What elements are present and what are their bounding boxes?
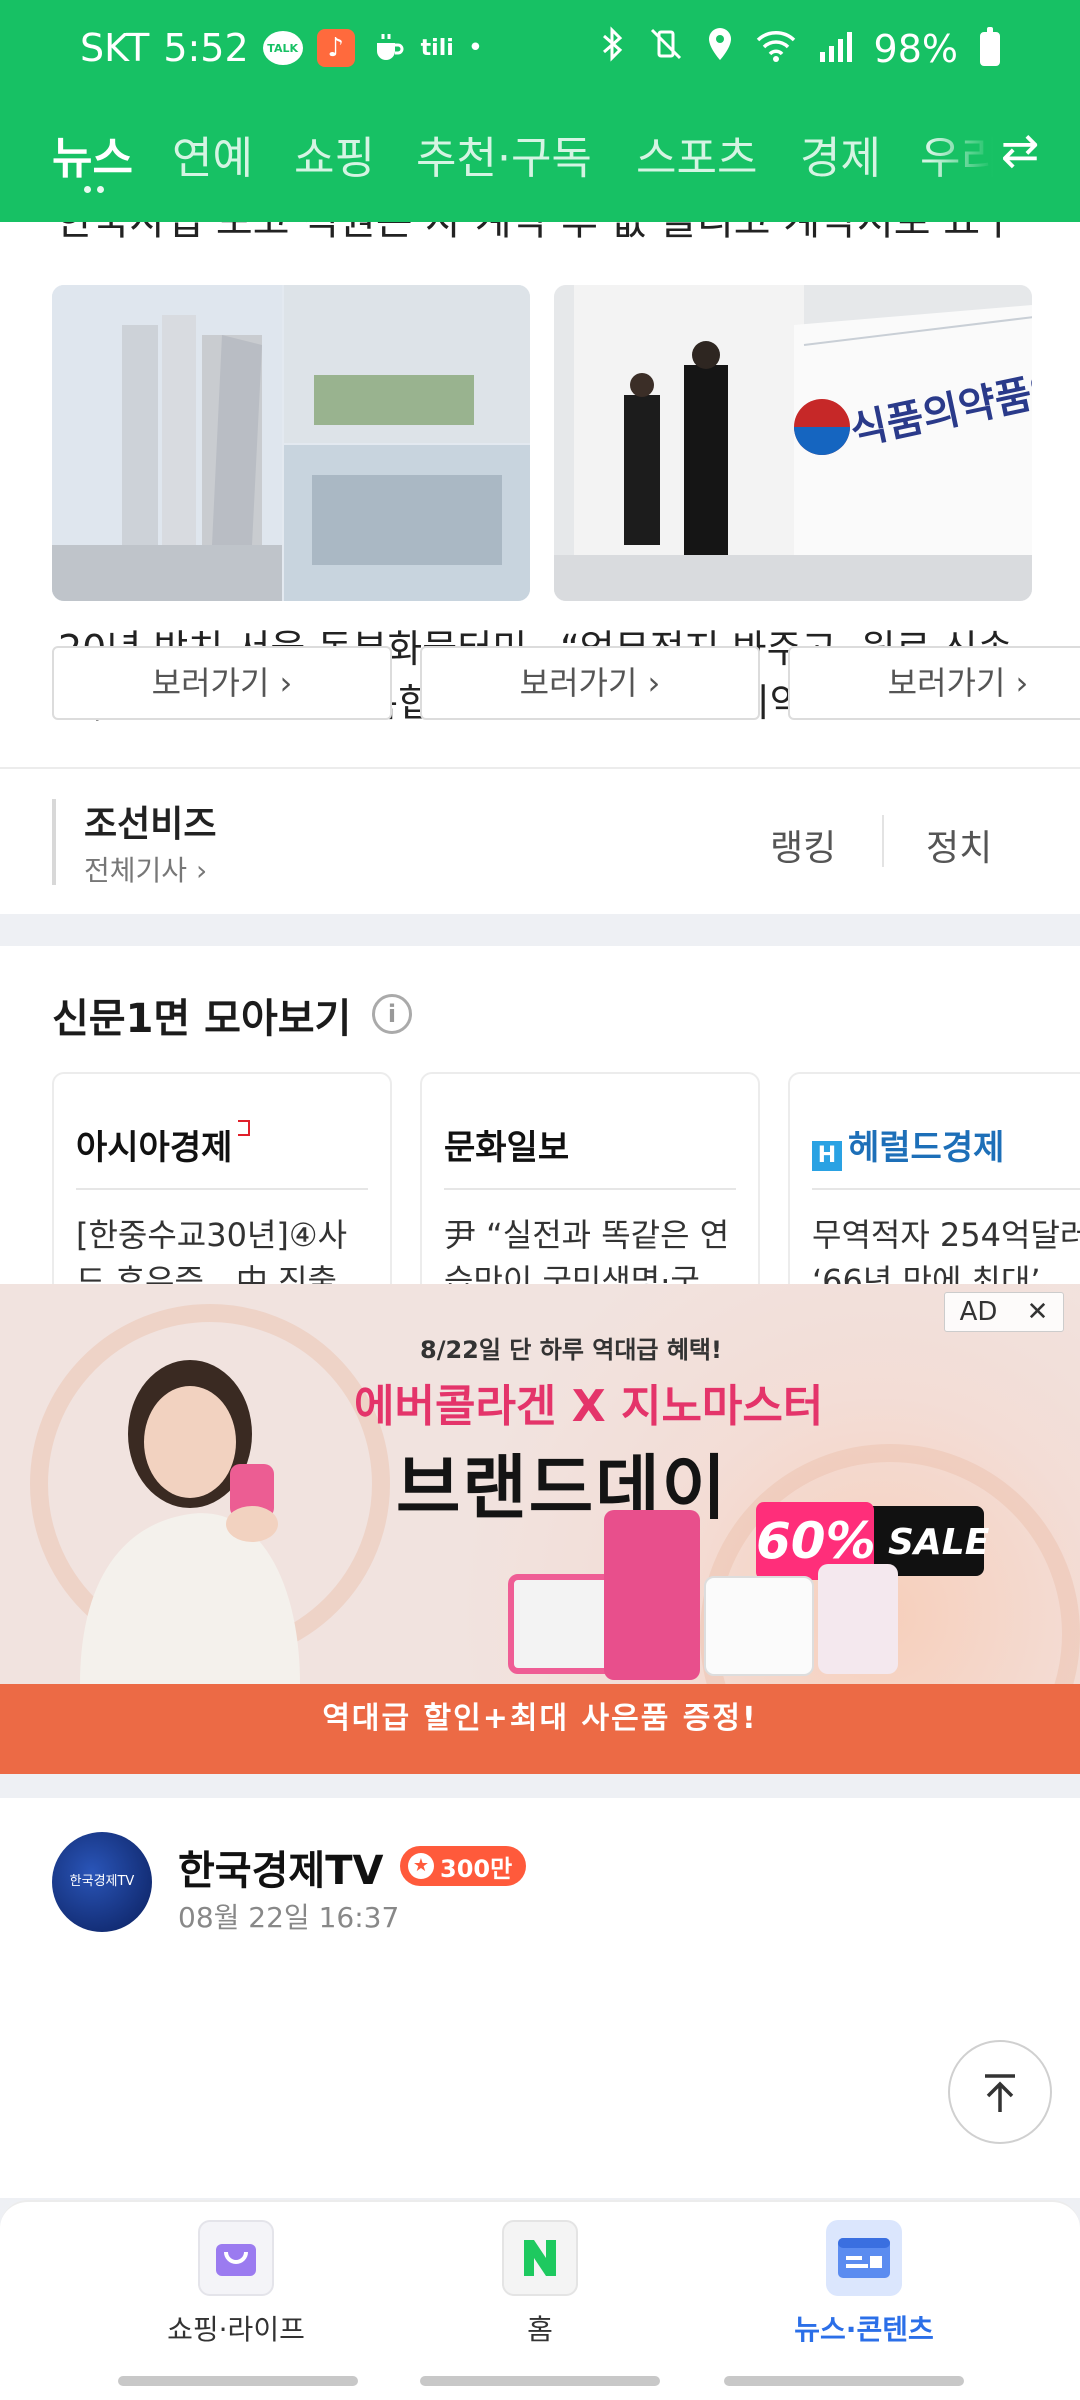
- news-thumbnail-briefing[interactable]: 식품의약품안전: [554, 285, 1032, 601]
- wifi-icon: [756, 27, 796, 71]
- tiktok-icon: ♪: [316, 29, 355, 67]
- news-thumbnail-building[interactable]: [52, 285, 530, 601]
- press-tab-separator: [882, 815, 884, 867]
- bottom-navigation: 쇼핑·라이프 홈 뉴스·콘텐츠: [0, 2200, 1080, 2400]
- tab-shopping[interactable]: 쇼핑: [294, 122, 375, 186]
- ad-product-box: [704, 1576, 814, 1676]
- news-content-icon: [826, 2220, 902, 2296]
- nav-label: 홈: [527, 2313, 553, 2346]
- clock: 5:52: [163, 26, 249, 70]
- bluetooth-icon: [600, 26, 626, 71]
- press-tab-ranking[interactable]: 랭킹: [770, 819, 836, 871]
- app-header: SKT 5:52 TALK ♪ tili • 98% 뉴스 연예 쇼핑 추천·구…: [0, 0, 1080, 222]
- see-button-herald[interactable]: 보러가기 ›: [788, 646, 1080, 720]
- press-name[interactable]: 조선비즈: [84, 795, 216, 847]
- category-tabs: 뉴스 연예 쇼핑 추천·구독 스포츠 경제 우리: [0, 108, 1080, 198]
- kakaotalk-icon: TALK: [262, 31, 303, 65]
- status-bar: SKT 5:52 TALK ♪ tili • 98%: [0, 0, 1080, 100]
- channel-name[interactable]: 한국경제TV: [178, 1838, 383, 1896]
- battery-percent: 98%: [873, 26, 958, 71]
- nav-shopping-life[interactable]: 쇼핑·라이프: [136, 2220, 336, 2348]
- tab-page-dots: [84, 186, 104, 193]
- ad-product-can: [604, 1510, 700, 1680]
- vibrate-mute-icon: [648, 26, 684, 71]
- nav-label: 뉴스·콘텐츠: [794, 2313, 934, 2346]
- star-icon: ★: [408, 1853, 434, 1879]
- carrier-label: SKT: [80, 26, 150, 70]
- press-tab-politics[interactable]: 정치: [926, 819, 992, 871]
- paper-divider: [76, 1188, 368, 1190]
- tab-recommend-subscribe[interactable]: 추천·구독: [416, 122, 592, 186]
- subscriber-badge: ★ 300만: [400, 1846, 527, 1886]
- press-accent-bar: [52, 799, 56, 885]
- status-left: SKT 5:52 TALK ♪ tili •: [80, 26, 483, 70]
- location-icon: [706, 26, 734, 71]
- signal-icon: [818, 27, 852, 71]
- naver-n-icon: [502, 2220, 578, 2296]
- ad-product-jar: [508, 1574, 616, 1674]
- gesture-bar: [118, 2376, 358, 2386]
- ad-product-bottle: [818, 1564, 898, 1674]
- tili-icon: tili: [420, 35, 454, 61]
- cup-icon: [369, 29, 407, 67]
- section-title: 신문1면 모아보기: [52, 996, 352, 1042]
- shopping-bag-icon: [198, 2220, 274, 2296]
- paper-name: 아시아경제: [76, 1120, 251, 1169]
- tab-sports[interactable]: 스포츠: [636, 122, 757, 186]
- nav-home[interactable]: 홈: [440, 2220, 640, 2348]
- see-button-asiae[interactable]: 보러가기 ›: [52, 646, 392, 720]
- ad-label: AD: [959, 1297, 998, 1327]
- sale-label: SALE: [888, 1522, 990, 1563]
- status-right: 98%: [600, 26, 1000, 71]
- ad-brands: 에버콜라겐 X 지노마스터: [354, 1381, 824, 1432]
- gesture-bar: [724, 2376, 964, 2386]
- ad-bottom-strip: 역대급 할인+최대 사은품 증정!: [0, 1684, 1080, 1774]
- gesture-bar: [420, 2376, 660, 2386]
- tab-edit-swap-icon[interactable]: ⇄: [994, 124, 1046, 176]
- paper-divider: [812, 1188, 1080, 1190]
- avatar[interactable]: 한국경제TV: [52, 1832, 152, 1932]
- asiae-mark-icon: [238, 1120, 251, 1136]
- ad-promo-date: 8/22일 단 하루 역대급 혜택!: [420, 1336, 722, 1364]
- ad-close-icon[interactable]: ✕: [1027, 1297, 1049, 1327]
- post-card: 한국경제TV 한국경제TV ★ 300만 08월 22일 16:37: [0, 1798, 1080, 2198]
- tab-economy[interactable]: 경제: [800, 122, 881, 186]
- ad-model-image: [80, 1360, 300, 1684]
- ad-badge[interactable]: AD ✕: [944, 1292, 1064, 1332]
- tab-news[interactable]: 뉴스: [52, 122, 133, 186]
- paper-name: 문화일보: [444, 1128, 570, 1168]
- subscriber-count: 300만: [440, 1854, 513, 1883]
- nav-label: 쇼핑·라이프: [167, 2313, 305, 2346]
- press-all-articles-link[interactable]: 전체기사 ›: [84, 849, 207, 889]
- nav-news-content[interactable]: 뉴스·콘텐츠: [764, 2220, 964, 2348]
- scroll-to-top-button[interactable]: [948, 2040, 1052, 2144]
- post-date: 08월 22일 16:37: [178, 1901, 400, 1934]
- paper-name: H 헤럴드경제: [812, 1120, 1004, 1171]
- press-row: 조선비즈 전체기사 › 랭킹 정치: [0, 769, 1080, 914]
- see-button-munhwa[interactable]: 보러가기 ›: [420, 646, 760, 720]
- paper-divider: [444, 1188, 736, 1190]
- herald-logo-icon: H: [812, 1141, 842, 1171]
- info-icon[interactable]: i: [372, 994, 412, 1034]
- tab-entertainment[interactable]: 연예: [172, 122, 253, 186]
- notification-dot-icon: •: [467, 33, 484, 63]
- battery-icon: [980, 26, 1000, 66]
- ad-banner[interactable]: 8/22일 단 하루 역대급 혜택! 에버콜라겐 X 지노마스터 브랜드데이 6…: [0, 1284, 1080, 1774]
